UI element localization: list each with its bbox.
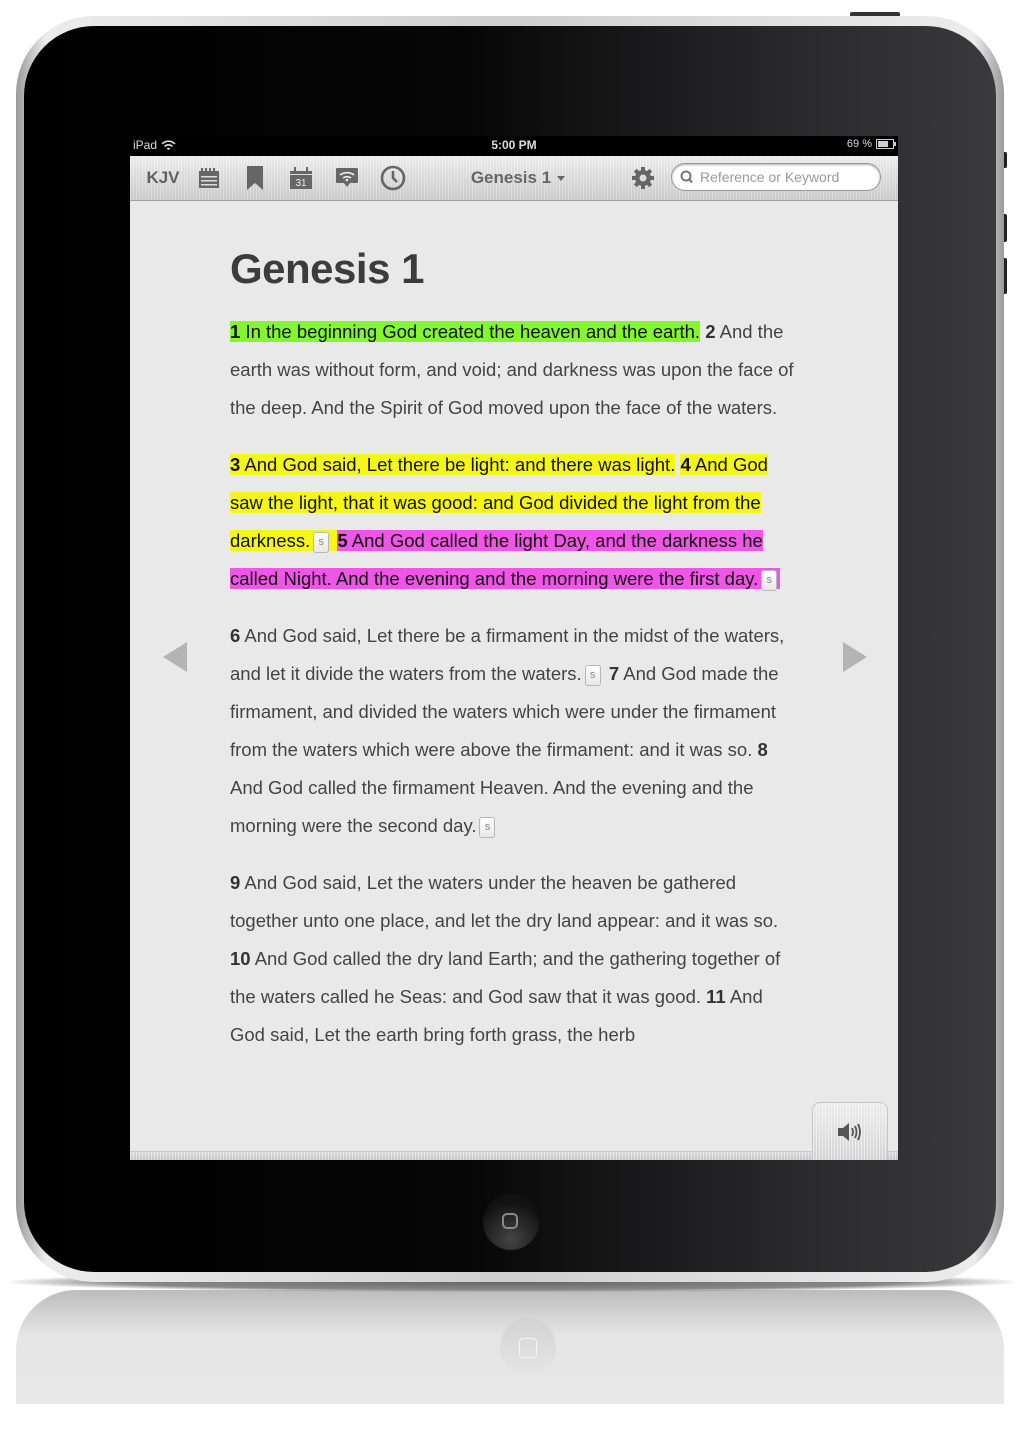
search-icon [680,170,693,184]
calendar-icon: 31 [290,167,312,189]
live-chat-button[interactable] [332,156,362,200]
paragraph: 6 And God said, Let there be a firmament… [230,617,802,845]
clock: 5:00 PM [491,138,537,152]
screen: iPad 5:00 PM 69 % KJV 31 Genesis 1 Refer… [130,136,898,1160]
chapter-label: Genesis 1 [470,168,552,187]
home-icon [502,1213,518,1229]
verse-number: 8 [757,739,768,760]
verse-number: 6 [230,625,241,646]
verse-10[interactable]: 10 And God called the dry land Earth; an… [230,948,780,1007]
reading-plans-button[interactable] [194,156,224,200]
verse-number: 4 [680,454,691,475]
verse-number: 2 [705,321,716,342]
battery-percent: 69 % [846,138,872,150]
chat-icon [336,168,358,187]
next-chapter-button[interactable] [843,642,867,672]
search-field[interactable] [671,163,881,191]
status-bar: iPad 5:00 PM 69 % [130,136,898,156]
verse-number: 3 [230,454,241,475]
verse-number: 7 [608,663,620,684]
gear-icon [632,167,654,189]
reflected-home-button [500,1318,556,1378]
home-button[interactable] [483,1194,539,1250]
verse-3[interactable]: 3 And God said, Let there be light: and … [230,454,676,475]
paragraph: 1 In the beginning God created the heave… [230,313,802,427]
speaker-icon [838,1122,861,1141]
dropdown-caret-icon [557,175,566,181]
previous-chapter-button[interactable] [163,642,187,672]
settings-button[interactable] [628,156,658,200]
note-marker[interactable]: s [313,531,330,553]
chapter-title: Genesis 1 [230,245,424,292]
verse-number: 5 [337,530,348,551]
note-marker[interactable]: s [479,816,496,838]
verse-number: 1 [230,321,241,342]
paragraph: 9 And God said, Let the waters under the… [230,864,802,1054]
paragraph: 3 And God said, Let there be light: and … [230,446,802,598]
toolbar: KJV 31 Genesis 1 [130,156,898,201]
audio-button[interactable] [812,1102,888,1160]
device-reflection [16,1290,1004,1404]
verse-text: And God said, Let there be light: and th… [244,454,676,475]
chapter-selector[interactable]: Genesis 1 [448,156,588,200]
history-button[interactable] [378,156,408,200]
battery-icon [876,139,896,149]
verse-text: And God said, Let the waters under the h… [230,872,779,931]
note-marker[interactable]: s [761,569,778,591]
verse-number: 9 [230,872,241,893]
note-marker[interactable]: s [584,664,601,686]
bookmark-icon [247,166,263,190]
verse-text: In the beginning God created the heaven … [245,321,701,342]
history-icon [380,165,406,191]
bottom-bar [130,1151,898,1160]
verse-1[interactable]: 1 In the beginning God created the heave… [230,321,701,342]
search-input[interactable] [698,168,872,186]
verse-9[interactable]: 9 And God said, Let the waters under the… [230,872,778,931]
bookmarks-button[interactable] [240,156,270,200]
calendar-day: 31 [295,178,307,189]
calendar-button[interactable]: 31 [286,156,316,200]
verse-number: 10 [230,948,251,969]
verse-number: 11 [706,986,726,1007]
plans-icon [199,168,219,188]
version-button[interactable]: KJV [140,156,186,200]
verse-text: And God called the dry land Earth; and t… [230,948,781,1007]
reader-content: Genesis 1 1 In the beginning God created… [230,220,802,1073]
